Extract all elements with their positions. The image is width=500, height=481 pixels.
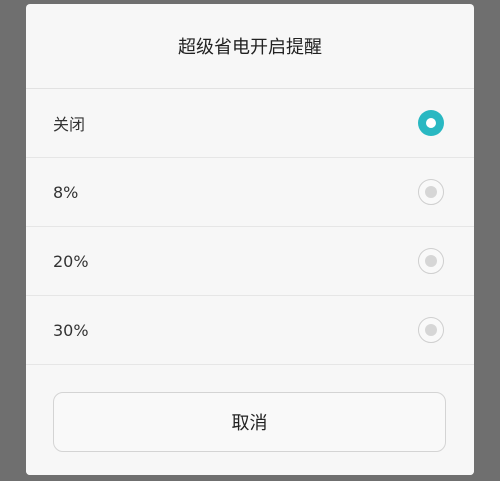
power-saving-reminder-dialog: 超级省电开启提醒 关闭 8% 20% 30% 取消 — [26, 4, 474, 475]
option-off[interactable]: 关闭 — [26, 89, 474, 158]
option-label: 关闭 — [53, 115, 86, 134]
option-20-percent[interactable]: 20% — [26, 227, 474, 296]
radio-unselected-icon[interactable] — [418, 248, 444, 274]
option-8-percent[interactable]: 8% — [26, 158, 474, 227]
dialog-footer: 取消 — [26, 368, 474, 475]
radio-unselected-icon[interactable] — [418, 179, 444, 205]
dialog-title: 超级省电开启提醒 — [26, 4, 474, 89]
radio-unselected-icon[interactable] — [418, 317, 444, 343]
option-label: 30% — [53, 320, 89, 340]
radio-selected-icon[interactable] — [418, 110, 444, 136]
option-label: 8% — [53, 182, 79, 202]
cancel-button[interactable]: 取消 — [53, 392, 446, 452]
option-label: 20% — [53, 251, 89, 271]
option-30-percent[interactable]: 30% — [26, 296, 474, 365]
